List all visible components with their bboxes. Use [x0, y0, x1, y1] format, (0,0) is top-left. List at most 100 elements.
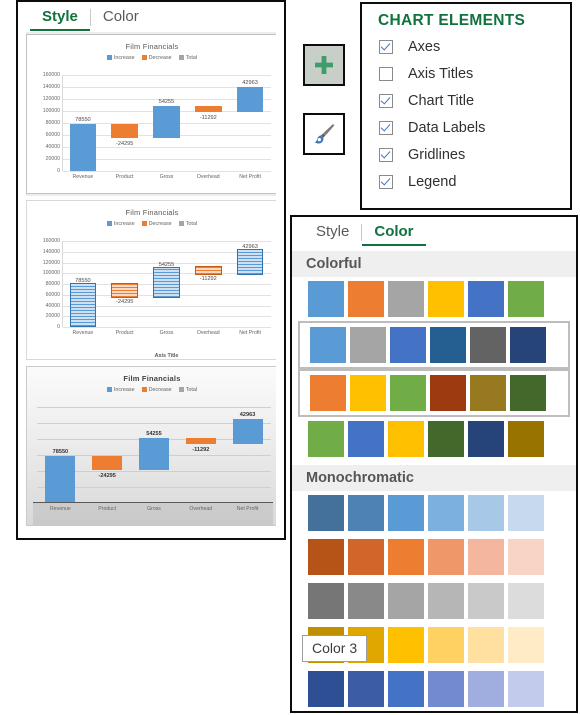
color-swatch	[508, 671, 544, 707]
color-swatch	[428, 281, 464, 317]
color-swatch	[468, 583, 504, 619]
color-swatch	[510, 375, 546, 411]
chart-element-label: Axes	[408, 38, 441, 55]
chart-title: Film Financials	[125, 208, 179, 217]
color-swatch	[308, 281, 344, 317]
color-swatch	[348, 281, 384, 317]
y-axis: 0 20000 40000 60000 80000 100000 120000 …	[42, 238, 60, 330]
x-axis-title: Axis Title	[154, 353, 179, 359]
legend-total: Total	[178, 387, 197, 393]
section-header-monochromatic: Monochromatic	[292, 465, 576, 491]
chart-element-legend[interactable]: Legend	[362, 168, 570, 195]
color-swatch	[388, 583, 424, 619]
color-swatch	[468, 495, 504, 531]
section-header-colorful: Colorful	[292, 251, 576, 277]
chart-elements-button[interactable]	[303, 44, 345, 86]
checkbox-axis-titles[interactable]	[379, 66, 393, 81]
bar-series: 78550 -24295 54255 -11292 42963	[37, 407, 271, 503]
style-thumbnail-list[interactable]: Film Financials Increase Decrease Total …	[26, 32, 276, 532]
legend-increase: Increase	[106, 55, 135, 61]
bar-series: 78550 -24295 54255 -11292 42963	[62, 241, 271, 327]
bar-net-profit: 42963	[224, 407, 271, 503]
chart-element-data-labels[interactable]: Data Labels	[362, 114, 570, 141]
color-swatch	[508, 281, 544, 317]
color-swatch	[308, 539, 344, 575]
checkbox-gridlines[interactable]	[379, 147, 393, 162]
color-swatch	[508, 421, 544, 457]
chart-title: Film Financials	[123, 374, 181, 383]
color-swatch	[508, 583, 544, 619]
chart-element-axis-titles[interactable]: Axis Titles	[362, 60, 570, 87]
chart-element-label: Data Labels	[408, 119, 486, 136]
chart-element-chart-title[interactable]: Chart Title	[362, 87, 570, 114]
color-swatch	[470, 375, 506, 411]
tab-color[interactable]: Color	[91, 3, 151, 31]
chart-element-label: Axis Titles	[408, 65, 474, 82]
plot-area: 0 20000 40000 60000 80000 100000 120000 …	[27, 72, 273, 193]
palette-row-mono-orange[interactable]	[292, 535, 576, 579]
bar-gross: 54255	[146, 75, 188, 171]
tab-color[interactable]: Color	[362, 218, 426, 246]
color-swatch	[308, 495, 344, 531]
color-swatch	[348, 421, 384, 457]
checkbox-chart-title[interactable]	[379, 93, 393, 108]
bar-overhead: -11292	[187, 75, 229, 171]
bar-gross: 54255	[131, 407, 178, 503]
chart-element-label: Chart Title	[408, 92, 475, 109]
legend-total: Total	[178, 55, 197, 61]
color-swatch	[388, 421, 424, 457]
checkbox-axes[interactable]	[379, 39, 393, 54]
legend-decrease: Decrease	[141, 55, 172, 61]
chart-colors-gallery-panel: Style Color Colorful Color 3 Monochromat…	[290, 215, 578, 713]
palette-row-colorful-3[interactable]	[298, 369, 570, 417]
legend-decrease: Decrease	[141, 387, 172, 393]
color-swatch	[390, 375, 426, 411]
chart-legend: Increase Decrease Total	[27, 55, 276, 61]
palette-row-colorful-1[interactable]	[292, 277, 576, 321]
style-thumbnail-2[interactable]: Film Financials Increase Decrease Total …	[26, 200, 276, 360]
color-swatch	[430, 375, 466, 411]
color-swatch	[428, 627, 464, 663]
chart-element-axes[interactable]: Axes	[362, 33, 570, 60]
style-thumbnail-1[interactable]: Film Financials Increase Decrease Total …	[26, 34, 276, 194]
bar-product: -24295	[104, 75, 146, 171]
legend-decrease: Decrease	[141, 221, 172, 227]
color-swatch	[428, 583, 464, 619]
bar-revenue: 78550	[62, 75, 104, 171]
palette-row-mono-gray[interactable]	[292, 579, 576, 623]
color-swatch	[348, 495, 384, 531]
color-swatch	[428, 495, 464, 531]
bar-overhead: -11292	[187, 241, 229, 327]
color-swatch	[350, 327, 386, 363]
checkbox-data-labels[interactable]	[379, 120, 393, 135]
palette-row-mono-navy[interactable]	[292, 667, 576, 711]
color-swatch	[508, 495, 544, 531]
chart-element-gridlines[interactable]: Gridlines	[362, 141, 570, 168]
plot-area: 78550 -24295 54255 -11292 42963 Revenue …	[33, 407, 273, 525]
tab-style[interactable]: Style	[30, 3, 90, 31]
bar-overhead: -11292	[177, 407, 224, 503]
bar-gross: 54255	[146, 241, 188, 327]
checkbox-legend[interactable]	[379, 174, 393, 189]
palette-row-colorful-2[interactable]	[298, 321, 570, 369]
color-panel-tabs: Style Color	[292, 217, 576, 247]
tab-style[interactable]: Style	[304, 218, 361, 246]
chart-styles-button[interactable]	[303, 113, 345, 155]
x-axis: Revenue Product Gross Overhead Net Profit	[72, 174, 261, 180]
style-thumbnail-3[interactable]: Film Financials Increase Decrease Total …	[26, 366, 276, 526]
chart-title: Film Financials	[125, 42, 179, 51]
palette-row-colorful-4[interactable]	[292, 417, 576, 461]
palette-row-mono-blue[interactable]	[292, 491, 576, 535]
legend-increase: Increase	[106, 387, 135, 393]
color-swatch	[508, 539, 544, 575]
paintbrush-icon	[314, 124, 335, 144]
color-swatch	[348, 583, 384, 619]
color-swatch	[388, 495, 424, 531]
bar-net-profit: 42963	[229, 241, 271, 327]
bar-net-profit: 42963	[229, 75, 271, 171]
bar-revenue: 78550	[37, 407, 84, 503]
legend-total: Total	[178, 221, 197, 227]
legend-increase: Increase	[106, 221, 135, 227]
chart-element-label: Legend	[408, 173, 457, 190]
chart-element-label: Gridlines	[408, 146, 466, 163]
